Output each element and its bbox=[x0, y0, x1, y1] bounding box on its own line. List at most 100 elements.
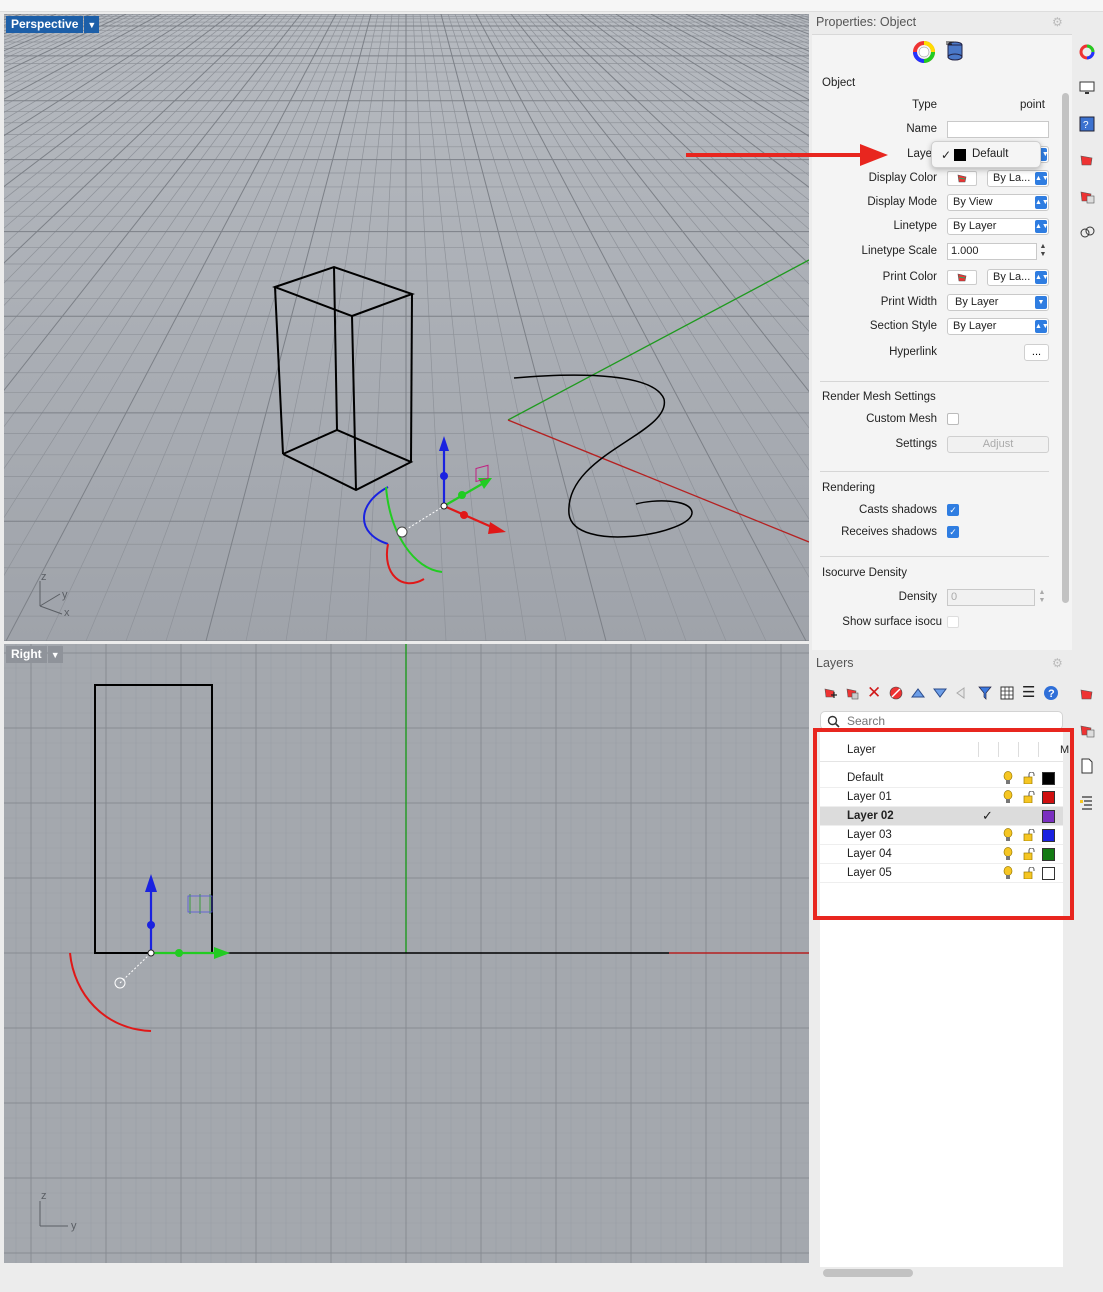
help-icon[interactable]: ? bbox=[1043, 685, 1059, 701]
layer-row-layer-01[interactable]: Layer 01 bbox=[820, 788, 1063, 807]
chevron-down-icon[interactable]: ▼ bbox=[84, 16, 100, 33]
section-object: Object bbox=[822, 77, 856, 89]
bulb-icon[interactable] bbox=[1003, 866, 1013, 880]
move-down-icon[interactable] bbox=[932, 687, 948, 699]
hyperlink-button[interactable]: ... bbox=[1024, 344, 1049, 361]
column-header-layer[interactable]: Layer bbox=[847, 744, 876, 756]
column-header-material[interactable]: M bbox=[1060, 744, 1069, 756]
stepper-icon[interactable]: ▲ ▼ bbox=[1037, 589, 1047, 606]
name-input[interactable] bbox=[947, 121, 1049, 138]
bulb-icon[interactable] bbox=[1003, 828, 1013, 842]
help-panel-icon[interactable]: ? bbox=[1079, 116, 1095, 132]
layer-color-swatch[interactable] bbox=[1042, 867, 1055, 880]
lock-icon[interactable] bbox=[1023, 867, 1035, 879]
display-color-swatch[interactable] bbox=[947, 171, 977, 186]
new-sublayer-icon[interactable] bbox=[844, 685, 860, 701]
linetype-select[interactable]: By Layer ▲▼ bbox=[947, 218, 1049, 235]
layer-table-header: Layer M bbox=[820, 738, 1069, 762]
layer-color-swatch[interactable] bbox=[1042, 848, 1055, 861]
lock-icon[interactable] bbox=[1023, 772, 1035, 784]
lock-icon[interactable] bbox=[1023, 829, 1035, 841]
viewport-title[interactable]: Perspective bbox=[6, 16, 84, 33]
display-icon[interactable] bbox=[1079, 80, 1095, 96]
document-icon[interactable] bbox=[1079, 758, 1095, 774]
print-width-select[interactable]: By Layer ▼ bbox=[947, 294, 1049, 311]
rotate-handle[interactable] bbox=[69, 952, 152, 1032]
layer-color-swatch[interactable] bbox=[1042, 829, 1055, 842]
linetype-scale-input[interactable]: 1.000 bbox=[947, 243, 1037, 260]
move-left-icon[interactable] bbox=[954, 686, 966, 700]
right-viewport-tab[interactable]: Right ▼ bbox=[6, 646, 63, 663]
box-object[interactable] bbox=[94, 684, 213, 954]
lock-icon[interactable] bbox=[1023, 791, 1035, 803]
show-isocurves-checkbox[interactable] bbox=[947, 616, 959, 628]
perspective-viewport[interactable]: Perspective ▼ z y x bbox=[4, 14, 809, 641]
layers-tab-icon[interactable] bbox=[1079, 152, 1095, 168]
search-icon bbox=[827, 715, 840, 728]
move-up-icon[interactable] bbox=[910, 687, 926, 699]
layer-search-field[interactable] bbox=[820, 711, 1063, 730]
database-icon[interactable] bbox=[945, 40, 965, 62]
section-rendering: Rendering bbox=[822, 482, 876, 494]
table-icon[interactable] bbox=[999, 685, 1015, 701]
right-viewport[interactable]: Right ▼ z y bbox=[4, 644, 809, 1263]
lock-icon[interactable] bbox=[1023, 848, 1035, 860]
casts-shadows-checkbox[interactable]: ✓ bbox=[947, 504, 959, 516]
render-icon[interactable] bbox=[1079, 224, 1095, 240]
gear-icon[interactable]: ⚙ bbox=[1052, 657, 1064, 669]
popup-layer-option[interactable]: Default bbox=[972, 148, 1008, 160]
layer-states-icon[interactable] bbox=[1079, 722, 1095, 738]
stepper-icon[interactable]: ▲ ▼ bbox=[1038, 243, 1048, 260]
new-layer-icon[interactable] bbox=[822, 685, 838, 701]
layer-states-icon[interactable] bbox=[1079, 188, 1095, 204]
delete-icon[interactable]: ✕ bbox=[867, 683, 881, 703]
chevron-updown-icon: ▲▼ bbox=[1035, 271, 1049, 284]
layer-color-swatch[interactable] bbox=[1042, 772, 1055, 785]
layer-name[interactable]: Default bbox=[847, 772, 883, 784]
layer-row-layer-05[interactable]: Layer 05 bbox=[820, 864, 1063, 883]
display-color-select[interactable]: By La... ▲▼ bbox=[987, 170, 1049, 187]
properties-scrollbar[interactable] bbox=[1062, 93, 1069, 603]
layer-name[interactable]: Layer 05 bbox=[847, 867, 892, 879]
linetype-scale-row: Linetype Scale 1.000 ▲ ▼ bbox=[812, 243, 1062, 261]
layer-name[interactable]: Layer 01 bbox=[847, 791, 892, 803]
print-color-swatch[interactable] bbox=[947, 270, 977, 285]
custom-mesh-checkbox[interactable] bbox=[947, 413, 959, 425]
layers-horizontal-scrollbar[interactable] bbox=[823, 1269, 913, 1277]
receives-shadows-checkbox[interactable]: ✓ bbox=[947, 526, 959, 538]
section-render-mesh: Render Mesh Settings bbox=[822, 391, 936, 403]
print-color-select[interactable]: By La... ▲▼ bbox=[987, 269, 1049, 286]
layer-row-layer-02[interactable]: Layer 02 ✓ bbox=[820, 807, 1063, 826]
layer-name[interactable]: Layer 03 bbox=[847, 829, 892, 841]
filter-icon[interactable] bbox=[977, 685, 993, 701]
chevron-down-icon[interactable]: ▼ bbox=[47, 646, 63, 663]
bulb-icon[interactable] bbox=[1003, 771, 1013, 785]
layer-row-layer-04[interactable]: Layer 04 bbox=[820, 845, 1063, 864]
layers-panel-title: Layers bbox=[816, 656, 854, 670]
layer-label: Laye bbox=[907, 148, 932, 160]
layer-row-layer-03[interactable]: Layer 03 bbox=[820, 826, 1063, 845]
scale-handle[interactable] bbox=[189, 894, 211, 914]
display-mode-select[interactable]: By View ▲▼ bbox=[947, 194, 1049, 211]
layer-off-icon[interactable] bbox=[888, 685, 904, 701]
layer-name[interactable]: Layer 04 bbox=[847, 848, 892, 860]
color-wheel-icon[interactable] bbox=[1079, 44, 1095, 60]
gear-icon[interactable]: ⚙ bbox=[1052, 16, 1064, 28]
section-style-select[interactable]: By Layer ▲▼ bbox=[947, 318, 1049, 335]
perspective-viewport-tab[interactable]: Perspective ▼ bbox=[6, 16, 100, 33]
density-input[interactable]: 0 bbox=[947, 589, 1035, 606]
list-icon[interactable]: ☰ bbox=[1022, 683, 1035, 701]
outline-icon[interactable] bbox=[1079, 794, 1095, 810]
adjust-button[interactable]: Adjust bbox=[947, 436, 1049, 453]
layers-tab-icon[interactable] bbox=[1079, 686, 1095, 702]
layer-search-input[interactable] bbox=[847, 714, 1047, 728]
layer-row-default[interactable]: Default bbox=[820, 769, 1063, 788]
color-wheel-icon[interactable] bbox=[913, 41, 935, 63]
layer-name[interactable]: Layer 02 bbox=[847, 810, 894, 822]
layer-dropdown-popup[interactable]: ✓ Default bbox=[931, 141, 1041, 168]
bulb-icon[interactable] bbox=[1003, 790, 1013, 804]
layer-color-swatch[interactable] bbox=[1042, 791, 1055, 804]
layer-color-swatch[interactable] bbox=[1042, 810, 1055, 823]
bulb-icon[interactable] bbox=[1003, 847, 1013, 861]
viewport-title[interactable]: Right bbox=[6, 646, 47, 663]
